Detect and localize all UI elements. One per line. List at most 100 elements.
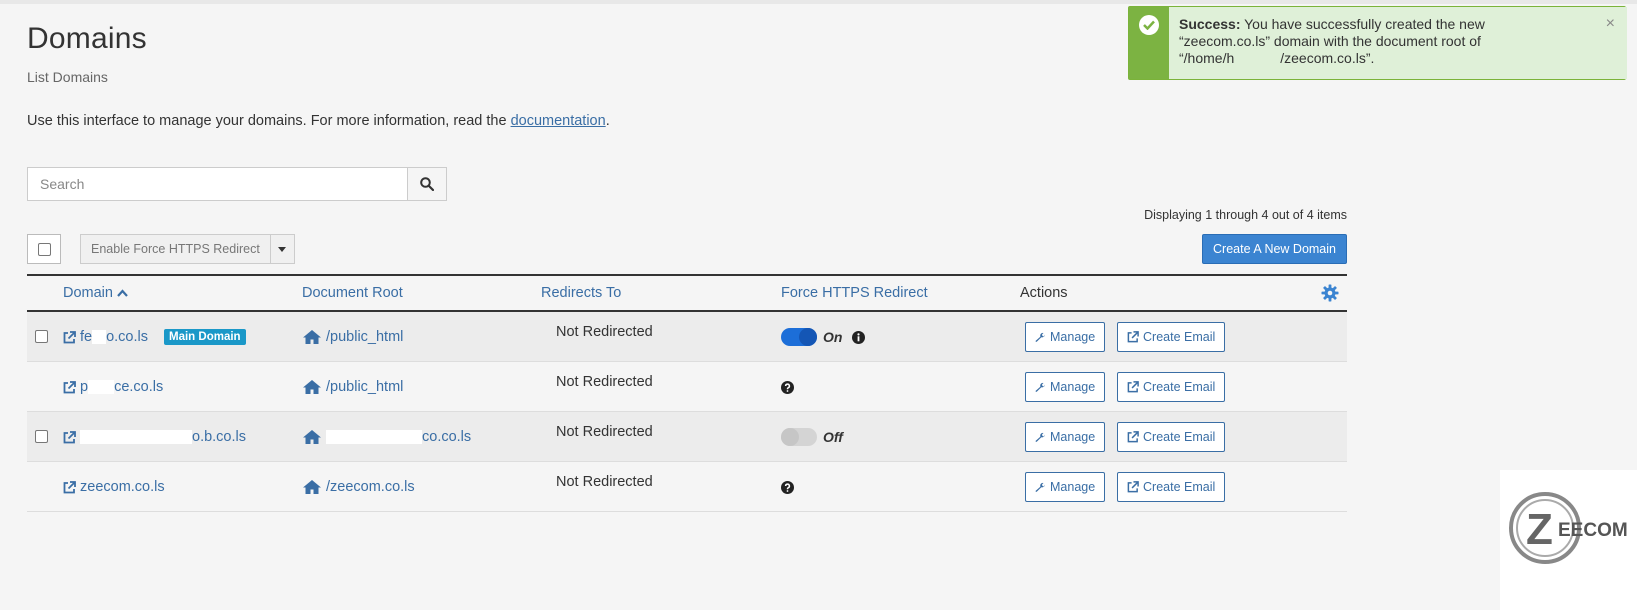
redirects-value: Not Redirected	[556, 324, 653, 340]
search-bar	[27, 167, 447, 201]
manage-button[interactable]: Manage	[1025, 422, 1106, 452]
document-root-cell: /public_html	[302, 312, 403, 362]
main-domain-badge: Main Domain	[164, 329, 246, 345]
create-email-button[interactable]: Create Email	[1117, 372, 1226, 402]
create-email-label: Create Email	[1143, 430, 1216, 444]
question-icon[interactable]	[781, 380, 794, 394]
table-header: Domain Document Root Redirects To Force …	[27, 274, 1347, 312]
col-redirects-header[interactable]: Redirects To	[541, 285, 621, 301]
create-email-button[interactable]: Create Email	[1117, 472, 1226, 502]
domain-name-end: o.co.ls	[106, 329, 149, 345]
document-root-cell: co.co.ls	[302, 412, 471, 462]
domain-cell: zeecom.co.ls	[63, 462, 165, 512]
create-email-button[interactable]: Create Email	[1117, 322, 1226, 352]
items-count: Displaying 1 through 4 out of 4 items	[1144, 208, 1347, 222]
redaction	[80, 430, 192, 445]
toast-icon-bar	[1129, 7, 1169, 79]
col-domain-header[interactable]: Domain	[63, 285, 128, 301]
intro-label: Use this interface to manage your domain…	[27, 113, 511, 129]
row-checkbox[interactable]	[35, 430, 48, 443]
home-icon	[302, 429, 322, 445]
manage-button[interactable]: Manage	[1025, 322, 1106, 352]
document-root-link[interactable]: /public_html	[326, 329, 403, 345]
toggle-state-label: On	[823, 329, 843, 345]
success-notification: Success: You have successfully created t…	[1128, 6, 1627, 80]
wrench-icon	[1035, 332, 1046, 343]
force-https-cell: Off	[781, 412, 843, 462]
external-link-icon	[63, 380, 76, 394]
enable-force-https-button[interactable]: Enable Force HTTPS Redirect	[80, 234, 271, 264]
external-link-icon	[63, 430, 76, 444]
search-icon	[420, 177, 434, 191]
document-root-cell: /zeecom.co.ls	[302, 462, 415, 512]
create-email-button[interactable]: Create Email	[1117, 422, 1226, 452]
col-actions-header: Actions	[1020, 285, 1068, 301]
wrench-icon	[1035, 432, 1046, 443]
domain-cell: fe o.co.ls Main Domain	[63, 312, 246, 362]
bulk-action-group: Enable Force HTTPS Redirect	[80, 234, 295, 264]
manage-label: Manage	[1050, 480, 1096, 494]
domain-link[interactable]: p ce.co.ls	[80, 379, 163, 395]
domain-link[interactable]: fe o.co.ls	[80, 329, 148, 345]
bulk-action-dropdown[interactable]	[270, 234, 295, 264]
domain-link[interactable]: o.b.co.ls	[80, 429, 246, 445]
select-all-checkbox[interactable]	[27, 234, 61, 264]
search-input[interactable]	[27, 167, 407, 201]
table-row: zeecom.co.ls /zeecom.co.ls Not Redirecte…	[27, 462, 1347, 512]
redaction	[1234, 52, 1281, 67]
document-root-link[interactable]: co.co.ls	[326, 429, 471, 445]
search-button[interactable]	[407, 167, 447, 201]
check-circle-icon	[1139, 15, 1159, 35]
home-icon	[302, 479, 322, 495]
table-settings-button[interactable]	[1321, 284, 1339, 306]
table-row: p ce.co.ls /public_html Not Redirected Ma…	[27, 362, 1347, 412]
manage-label: Manage	[1050, 430, 1096, 444]
manage-label: Manage	[1050, 380, 1096, 394]
create-new-domain-button[interactable]: Create A New Domain	[1202, 234, 1347, 264]
checkbox-square	[37, 242, 51, 256]
external-link-icon	[1127, 331, 1139, 343]
documentation-link[interactable]: documentation	[511, 113, 606, 129]
force-https-cell: On	[781, 312, 866, 362]
wrench-icon	[1035, 382, 1046, 393]
page-title: Domains	[27, 22, 147, 55]
toast-line-3-end: /zeecom.co.ls”.	[1280, 50, 1375, 66]
document-root-link[interactable]: /public_html	[326, 379, 403, 395]
col-document-root-header[interactable]: Document Root	[302, 285, 403, 301]
redaction	[88, 380, 115, 395]
domain-name-end: ce.co.ls	[114, 379, 164, 395]
toast-line-1: You have successfully created the new	[1240, 16, 1485, 32]
domain-cell: o.b.co.ls	[63, 412, 246, 462]
document-root-link[interactable]: /zeecom.co.ls	[326, 479, 415, 495]
force-https-toggle[interactable]	[781, 328, 817, 346]
redirects-value: Not Redirected	[556, 474, 653, 490]
home-icon	[302, 379, 322, 395]
external-link-icon	[1127, 381, 1139, 393]
row-checkbox[interactable]	[35, 330, 48, 343]
toggle-state-label: Off	[823, 429, 843, 445]
caret-down-icon	[278, 246, 287, 252]
domains-table: Domain Document Root Redirects To Force …	[27, 274, 1347, 512]
table-row: o.b.co.ls co.co.ls Not Redirected Off Ma…	[27, 412, 1347, 462]
toast-heading: Success:	[1179, 16, 1241, 32]
force-https-toggle[interactable]	[781, 428, 817, 446]
info-icon[interactable]	[852, 330, 866, 344]
question-icon[interactable]	[781, 480, 794, 494]
close-toast-button[interactable]: ×	[1606, 15, 1615, 32]
redirects-value: Not Redirected	[556, 374, 653, 390]
domain-link[interactable]: zeecom.co.ls	[80, 479, 165, 495]
manage-button[interactable]: Manage	[1025, 472, 1106, 502]
intro-end: .	[605, 113, 610, 129]
external-link-icon	[1127, 431, 1139, 443]
page-subtitle: List Domains	[27, 69, 108, 85]
toggle-knob	[781, 428, 799, 446]
manage-label: Manage	[1050, 330, 1096, 344]
external-link-icon	[63, 330, 76, 344]
intro-text: Use this interface to manage your domain…	[27, 113, 610, 129]
logo-text: EECOM	[1558, 520, 1628, 541]
document-root-end: co.co.ls	[422, 429, 472, 445]
col-force-https-header[interactable]: Force HTTPS Redirect	[781, 285, 928, 301]
manage-button[interactable]: Manage	[1025, 372, 1106, 402]
redaction	[326, 430, 422, 445]
document-root-cell: /public_html	[302, 362, 403, 412]
